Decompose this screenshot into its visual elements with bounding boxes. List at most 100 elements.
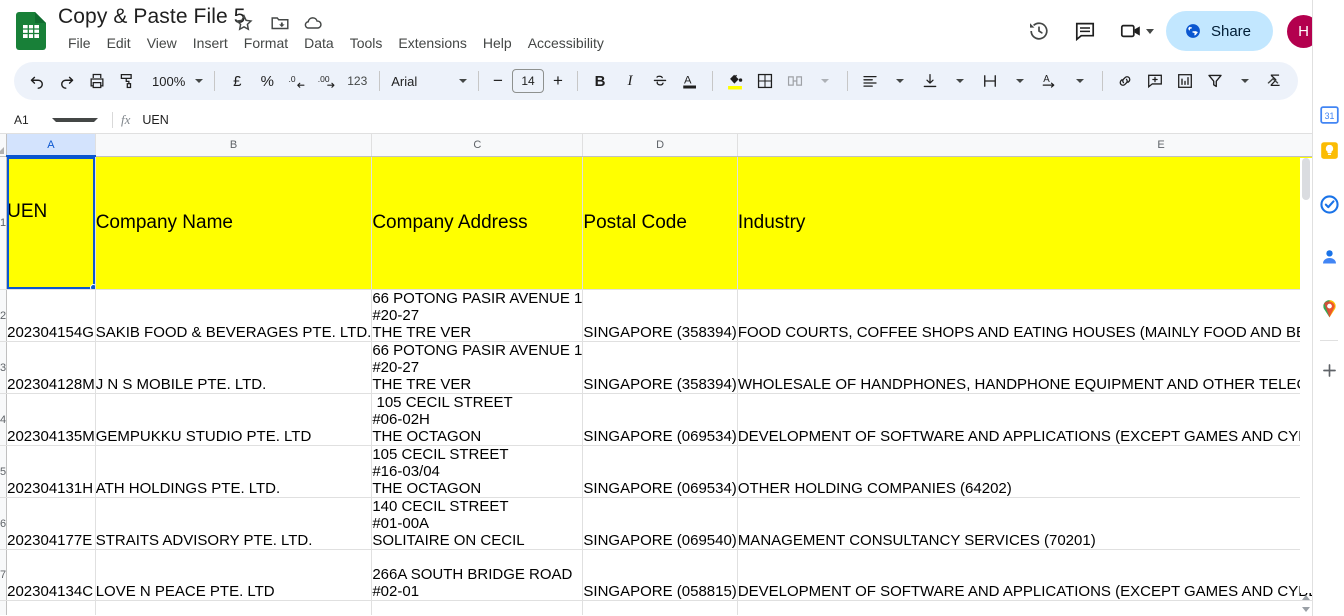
italic-button[interactable]: I (615, 66, 645, 96)
filter-chevron-down-icon[interactable] (1230, 66, 1260, 96)
column-header-d[interactable]: D (582, 134, 738, 157)
menu-data[interactable]: Data (296, 32, 342, 54)
cell-c2[interactable]: 66 POTONG PASIR AVENUE 1 #20-27 THE TRE … (371, 289, 584, 342)
cell-c3[interactable]: 66 POTONG PASIR AVENUE 1 #20-27 THE TRE … (371, 341, 584, 394)
document-title[interactable]: Copy & Paste File 5 (58, 5, 246, 29)
menu-tools[interactable]: Tools (342, 32, 391, 54)
star-icon[interactable] (233, 12, 255, 34)
zoom-control[interactable]: 100% (142, 74, 207, 89)
increase-decimal-button[interactable]: .00 (312, 66, 342, 96)
cell-e3[interactable]: WHOLESALE OF HANDPHONES, HANDPHONE EQUIP… (737, 341, 1312, 394)
cell-e7[interactable]: DEVELOPMENT OF SOFTWARE AND APPLICATIONS… (737, 549, 1312, 601)
name-box-chevron-down-icon[interactable] (52, 117, 98, 122)
row-header-2[interactable]: 2 (0, 289, 8, 342)
column-header-c[interactable]: C (371, 134, 584, 157)
google-keep-icon[interactable] (1317, 138, 1341, 162)
cell-a6[interactable]: 202304177E (6, 497, 96, 550)
menu-help[interactable]: Help (475, 32, 520, 54)
meet-camera-icon[interactable] (1118, 18, 1144, 44)
cell-a3[interactable]: 202304128M (6, 341, 96, 394)
cell-d2[interactable]: SINGAPORE (358394) (582, 289, 738, 342)
redo-icon[interactable] (52, 66, 82, 96)
column-header-a[interactable]: A (6, 134, 96, 157)
row-header-6[interactable]: 6 (0, 497, 8, 550)
add-apps-icon[interactable] (1317, 358, 1341, 382)
paint-format-icon[interactable] (112, 66, 142, 96)
google-maps-icon[interactable] (1317, 296, 1341, 320)
vertical-align-button[interactable] (915, 66, 945, 96)
text-wrap-chevron-down-icon[interactable] (1005, 66, 1035, 96)
cell-d5[interactable]: SINGAPORE (069534) (582, 445, 738, 498)
share-button[interactable]: Share (1165, 11, 1273, 51)
fill-color-button[interactable] (720, 66, 750, 96)
cell-a8[interactable]: 202304247C (6, 600, 96, 615)
name-box[interactable]: A1 (8, 109, 104, 131)
decrease-font-size-button[interactable]: − (486, 69, 510, 93)
cell-b8[interactable]: ALLINBOX PTE. LTD. (95, 600, 373, 615)
cell-d7[interactable]: SINGAPORE (058815) (582, 549, 738, 601)
select-all-corner[interactable] (0, 134, 8, 157)
scroll-down-button[interactable] (1300, 604, 1312, 615)
menu-extensions[interactable]: Extensions (390, 32, 474, 54)
cell-a5[interactable]: 202304131H (6, 445, 96, 498)
cell-b3[interactable]: J N S MOBILE PTE. LTD. (95, 341, 373, 394)
text-rotation-chevron-down-icon[interactable] (1065, 66, 1095, 96)
cell-d3[interactable]: SINGAPORE (358394) (582, 341, 738, 394)
cell-c6[interactable]: 140 CECIL STREET #01-00A SOLITAIRE ON CE… (371, 497, 584, 550)
cell-c8[interactable]: 160 ROBINSON ROAD #14-04 (371, 600, 584, 615)
font-family-selector[interactable]: Arial (387, 66, 471, 96)
row-header-4[interactable]: 4 (0, 393, 8, 446)
merge-chevron-down-icon[interactable] (810, 66, 840, 96)
cell-e8[interactable]: DEVELOPMENT OF COMPUTER GAMES (62013) (737, 600, 1312, 615)
row-header-8[interactable]: 8 (0, 600, 8, 615)
increase-font-size-button[interactable]: + (546, 69, 570, 93)
insert-comment-icon[interactable] (1140, 66, 1170, 96)
row-header-1[interactable]: 1 (0, 156, 8, 290)
menu-accessibility[interactable]: Accessibility (520, 32, 612, 54)
row-header-5[interactable]: 5 (0, 445, 8, 498)
decrease-decimal-button[interactable]: .0 (282, 66, 312, 96)
undo-icon[interactable] (22, 66, 52, 96)
cloud-saved-icon[interactable] (302, 12, 324, 34)
menu-file[interactable]: File (60, 32, 99, 54)
cell-a1[interactable]: UEN (6, 155, 96, 290)
percent-format-button[interactable]: % (252, 66, 282, 96)
borders-button[interactable] (750, 66, 780, 96)
menu-format[interactable]: Format (236, 32, 296, 54)
version-history-icon[interactable] (1026, 18, 1052, 44)
vertical-scrollbar-thumb[interactable] (1302, 158, 1310, 200)
google-tasks-icon[interactable] (1317, 192, 1341, 216)
text-wrap-button[interactable] (975, 66, 1005, 96)
row-header-3[interactable]: 3 (0, 341, 8, 394)
cell-b7[interactable]: LOVE N PEACE PTE. LTD (95, 549, 373, 601)
meet-button[interactable] (1118, 18, 1154, 44)
cell-e1[interactable]: Industry (737, 156, 1312, 290)
column-header-e[interactable]: E (737, 134, 1312, 157)
menu-insert[interactable]: Insert (185, 32, 236, 54)
cell-a7[interactable]: 202304134C (6, 549, 96, 601)
cell-a4[interactable]: 202304135M (6, 393, 96, 446)
move-to-folder-icon[interactable] (269, 12, 291, 34)
cell-e5[interactable]: OTHER HOLDING COMPANIES (64202) (737, 445, 1312, 498)
merge-cells-button[interactable] (780, 66, 810, 96)
cell-d8[interactable]: SINGAPORE (068914) (582, 600, 738, 615)
cell-e2[interactable]: FOOD COURTS, COFFEE SHOPS AND EATING HOU… (737, 289, 1312, 342)
row-header-7[interactable]: 7 (0, 549, 8, 601)
currency-format-button[interactable]: £ (222, 66, 252, 96)
bold-button[interactable]: B (585, 66, 615, 96)
scroll-up-button[interactable] (1300, 592, 1312, 603)
collapse-toolbar-icon[interactable] (1258, 66, 1288, 96)
cell-c1[interactable]: Company Address (371, 156, 584, 290)
cell-b1[interactable]: Company Name (95, 156, 373, 290)
cell-d4[interactable]: SINGAPORE (069534) (582, 393, 738, 446)
cell-e4[interactable]: DEVELOPMENT OF SOFTWARE AND APPLICATIONS… (737, 393, 1312, 446)
cell-d6[interactable]: SINGAPORE (069540) (582, 497, 738, 550)
cell-c5[interactable]: 105 CECIL STREET #16-03/04 THE OCTAGON (371, 445, 584, 498)
link-icon[interactable] (1110, 66, 1140, 96)
strikethrough-button[interactable] (645, 66, 675, 96)
filter-icon[interactable] (1200, 66, 1230, 96)
cell-c4[interactable]: 105 CECIL STREET #06-02H THE OCTAGON (371, 393, 584, 446)
formula-input[interactable]: UEN (142, 113, 1312, 127)
vertical-scrollbar[interactable] (1300, 158, 1312, 593)
text-color-button[interactable]: A (675, 66, 705, 96)
